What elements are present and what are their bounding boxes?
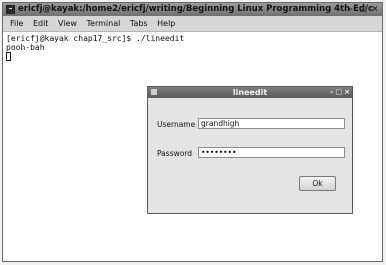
terminal-icon [6,5,15,14]
dialog-close-button[interactable]: × [344,87,350,98]
menu-file[interactable]: File [10,16,23,31]
terminal-titlebar: ericfj@kayak:/home2/ericfj/writing/Begin… [3,3,382,16]
dialog-maximize-button[interactable]: □ [336,87,343,98]
dialog-titlebar: lineedit – □ × [148,87,352,98]
minimize-button[interactable]: – [346,4,356,14]
terminal-line-command: [ericfj@kayak chap17_src]$ ./lineedit [6,34,185,43]
username-label: Username [157,120,196,129]
menu-edit[interactable]: Edit [33,16,49,31]
menu-terminal[interactable]: Terminal [87,16,121,31]
terminal-title: ericfj@kayak:/home2/ericfj/writing/Begin… [18,4,374,14]
dialog-minimize-button[interactable]: – [330,87,334,98]
terminal-line-output: pooh-bah [6,43,45,52]
dialog-title: lineedit [232,88,268,97]
terminal-window-controls: – □ × [346,4,380,14]
dialog-app-icon [151,89,157,95]
ok-button[interactable]: Ok [299,176,336,191]
dialog-window-controls: – □ × [330,87,350,98]
menu-tabs[interactable]: Tabs [130,16,148,31]
menu-help[interactable]: Help [157,16,175,31]
screenshot-frame: ericfj@kayak:/home2/ericfj/writing/Begin… [0,0,386,265]
terminal-cursor [6,52,11,61]
username-input[interactable]: grandhigh [198,118,345,129]
maximize-button[interactable]: □ [358,4,368,14]
menu-view[interactable]: View [58,16,77,31]
close-button[interactable]: × [370,4,380,14]
password-label: Password [157,149,193,158]
lineedit-dialog: lineedit – □ × Username grandhigh Passwo… [147,86,353,214]
password-input[interactable]: •••••••• [198,147,345,158]
terminal-menubar: File Edit View Terminal Tabs Help [3,16,382,32]
